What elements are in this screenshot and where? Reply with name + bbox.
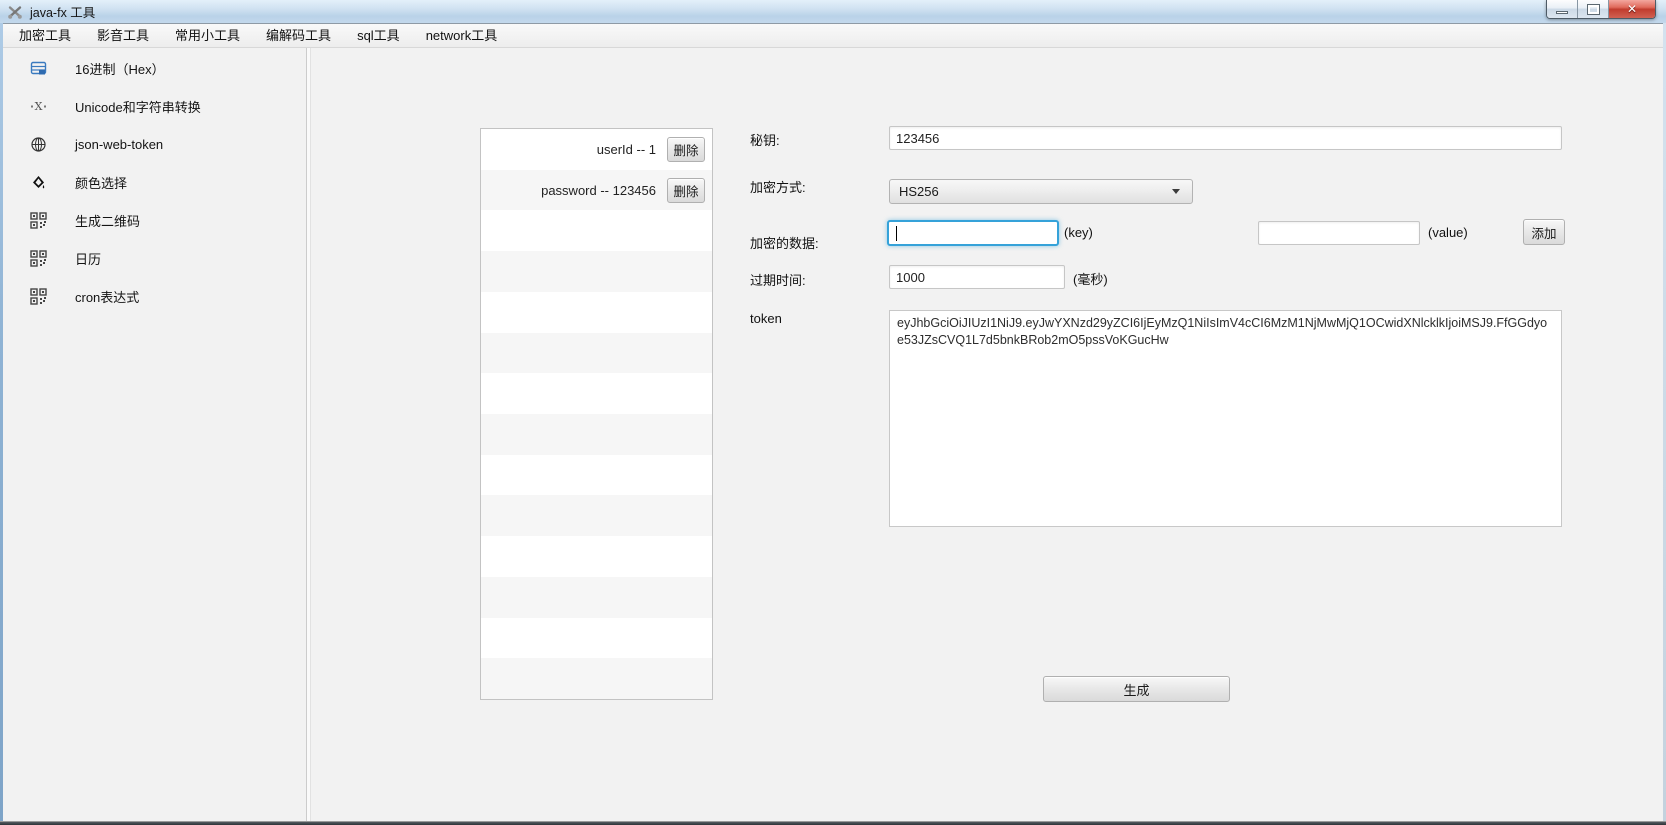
maximize-button[interactable]: [1578, 0, 1609, 18]
minimize-icon: [1556, 11, 1568, 14]
close-button[interactable]: ✕: [1609, 0, 1655, 18]
empty-list-row: [481, 455, 712, 496]
empty-list-row: [481, 333, 712, 374]
globe-icon: [30, 136, 47, 153]
empty-list-row: [481, 292, 712, 333]
minimize-button[interactable]: [1547, 0, 1578, 18]
claim-data-label: 加密的数据:: [750, 233, 819, 252]
empty-list-row: [481, 414, 712, 455]
key-hint-label: (key): [1064, 225, 1093, 240]
menu-common-tools[interactable]: 常用小工具: [162, 24, 253, 47]
sidebar-item-color[interactable]: 颜色选择: [3, 163, 306, 201]
empty-list-row: [481, 618, 712, 659]
menu-media-tools[interactable]: 影音工具: [84, 24, 162, 47]
sidebar-item-calendar[interactable]: 日历: [3, 239, 306, 277]
qrcode-icon: [30, 212, 47, 229]
value-hint-label: (value): [1428, 225, 1468, 240]
menu-network-tools[interactable]: network工具: [413, 24, 511, 47]
empty-list-row: [481, 210, 712, 251]
sidebar-item-label: 颜色选择: [75, 173, 127, 192]
menubar: 加密工具 影音工具 常用小工具 编解码工具 sql工具 network工具: [0, 23, 1666, 48]
qrcode-icon: [30, 250, 47, 267]
text-caret: [896, 226, 897, 241]
claim-value-input[interactable]: [1258, 221, 1420, 245]
window-bottom-border: [0, 821, 1666, 825]
sidebar-item-label: json-web-token: [75, 137, 163, 152]
claim-row-password[interactable]: password -- 123456 删除: [481, 170, 712, 211]
close-icon: ✕: [1627, 3, 1637, 15]
delete-claim-button[interactable]: 删除: [667, 137, 705, 162]
token-label: token: [750, 311, 782, 326]
chevron-down-icon: [1172, 189, 1180, 194]
empty-list-row: [481, 495, 712, 536]
window-title: java-fx 工具: [30, 2, 95, 21]
empty-list-row: [481, 251, 712, 292]
secret-input[interactable]: [889, 126, 1562, 150]
menu-codec-tools[interactable]: 编解码工具: [253, 24, 344, 47]
claim-text: userId -- 1: [597, 142, 656, 157]
sidebar-item-label: 日历: [75, 249, 101, 268]
add-claim-button[interactable]: 添加: [1523, 219, 1565, 245]
jwt-claims-list: userId -- 1 删除 password -- 123456 删除: [480, 128, 713, 700]
algorithm-value: HS256: [899, 184, 939, 199]
window-controls: ✕: [1546, 0, 1656, 19]
expire-label: 过期时间:: [750, 270, 806, 289]
svg-text:X: X: [35, 100, 43, 113]
token-output[interactable]: eyJhbGciOiJIUzI1NiJ9.eyJwYXNzd29yZCI6IjE…: [889, 310, 1562, 527]
algorithm-select[interactable]: HS256: [889, 179, 1193, 204]
color-picker-icon: [30, 174, 47, 191]
claim-text: password -- 123456: [541, 183, 656, 198]
sidebar-item-jwt[interactable]: json-web-token: [3, 125, 306, 163]
app-tools-icon: [7, 4, 23, 20]
algorithm-label: 加密方式:: [750, 177, 806, 196]
expire-input[interactable]: [889, 265, 1065, 289]
sidebar-item-unicode[interactable]: X Unicode和字符串转换: [3, 87, 306, 125]
sidebar-item-cron[interactable]: cron表达式: [3, 277, 306, 315]
empty-list-row: [481, 536, 712, 577]
menu-encrypt-tools[interactable]: 加密工具: [6, 24, 84, 47]
titlebar: java-fx 工具 ✕: [0, 0, 1666, 23]
sidebar-item-label: 生成二维码: [75, 211, 140, 230]
sidebar-item-hex[interactable]: 16进制（Hex）: [3, 49, 306, 87]
window-left-border: [0, 23, 3, 822]
sidebar-item-label: cron表达式: [75, 287, 139, 306]
delete-claim-button[interactable]: 删除: [667, 178, 705, 203]
sidebar: 16进制（Hex） X Unicode和字符串转换 json-web-token: [3, 49, 306, 822]
empty-list-row: [481, 658, 712, 699]
sidebar-item-qrcode[interactable]: 生成二维码: [3, 201, 306, 239]
secret-label: 秘钥:: [750, 130, 780, 149]
sidebar-item-label: Unicode和字符串转换: [75, 97, 201, 116]
expire-unit-label: (毫秒): [1073, 269, 1108, 288]
maximize-icon: [1588, 5, 1599, 14]
empty-list-row: [481, 577, 712, 618]
menu-sql-tools[interactable]: sql工具: [344, 24, 413, 47]
hex-icon: [30, 60, 47, 77]
generate-button[interactable]: 生成: [1043, 676, 1230, 702]
claim-row-userid[interactable]: userId -- 1 删除: [481, 129, 712, 170]
claim-key-input[interactable]: [887, 220, 1059, 246]
sidebar-item-label: 16进制（Hex）: [75, 59, 165, 78]
sidebar-separator: [306, 48, 311, 822]
qrcode-icon: [30, 288, 47, 305]
unicode-icon: X: [30, 98, 47, 115]
empty-list-row: [481, 373, 712, 414]
